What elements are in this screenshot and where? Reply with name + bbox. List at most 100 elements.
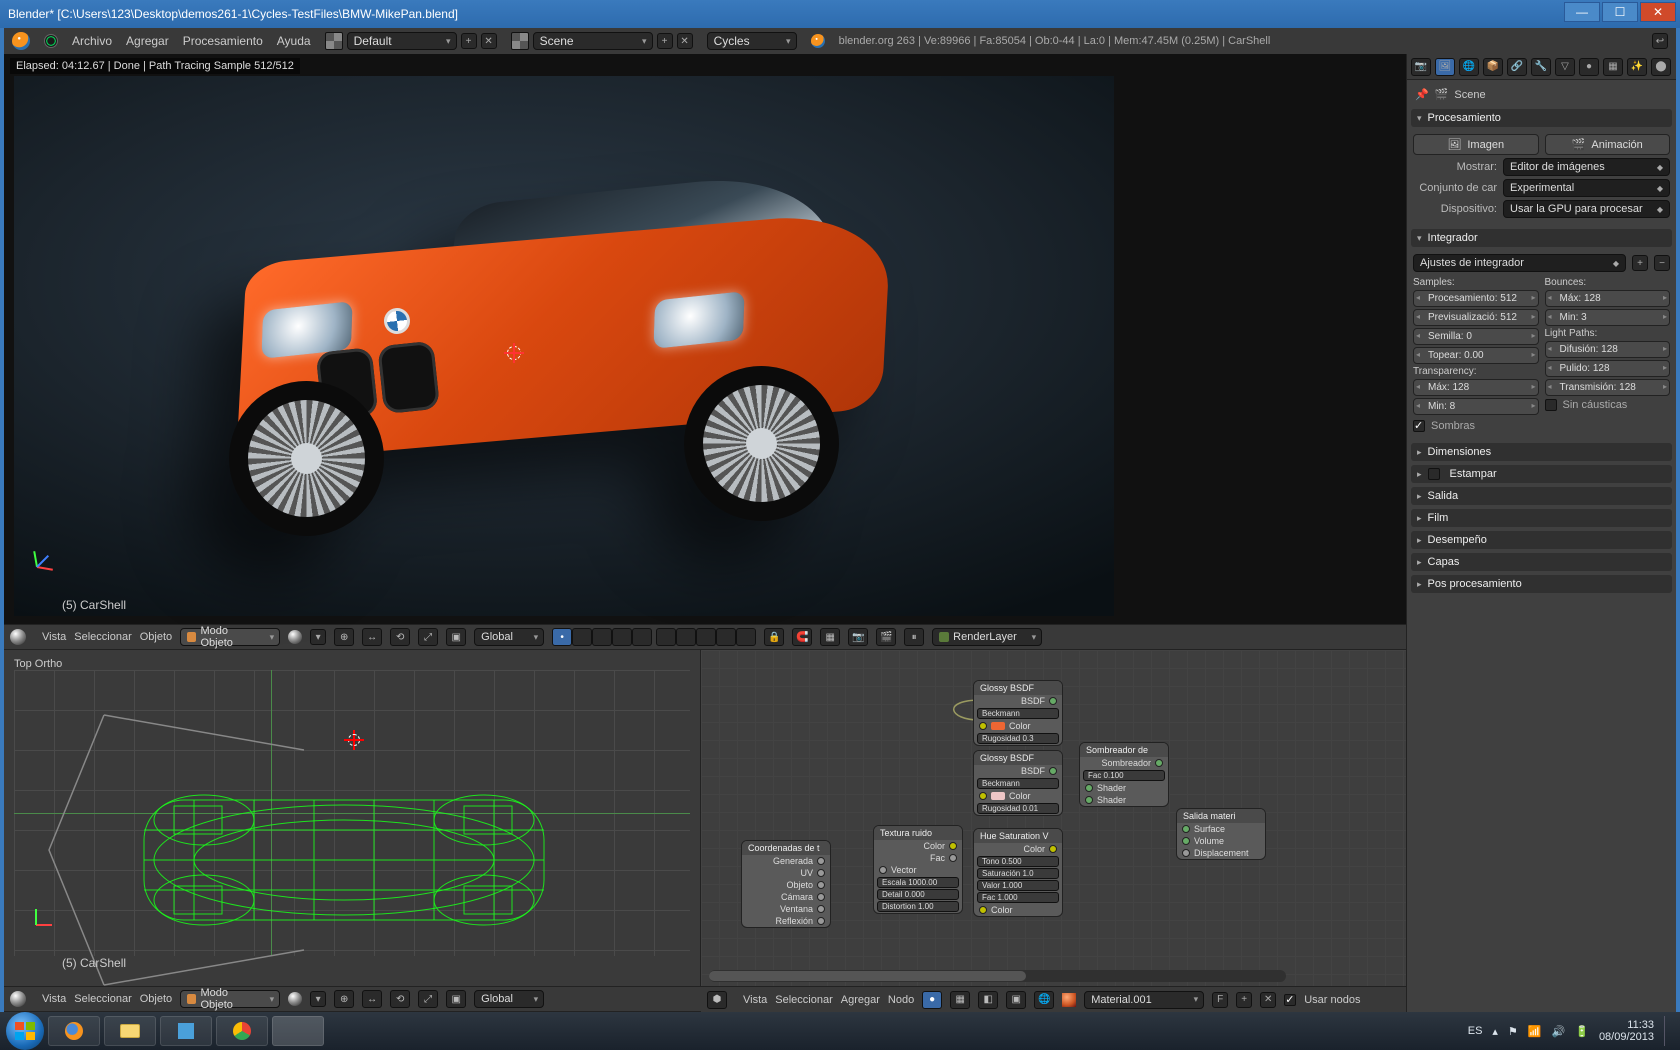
scene-add-button[interactable]: +: [657, 33, 673, 49]
transp-min[interactable]: Min: 8: [1413, 398, 1539, 415]
tab-modifiers[interactable]: 🔧: [1531, 58, 1551, 76]
pin-icon[interactable]: 📌: [1415, 88, 1429, 101]
panel-render-header[interactable]: Procesamiento: [1411, 109, 1672, 127]
panel-post[interactable]: Pos procesamiento: [1411, 575, 1672, 593]
preset-remove-button[interactable]: −: [1654, 255, 1670, 271]
clamp-field[interactable]: Topear: 0.00: [1413, 347, 1539, 364]
pivot-button[interactable]: ⊕: [334, 990, 354, 1008]
tab-data[interactable]: ▽: [1555, 58, 1575, 76]
orientation-select[interactable]: Global: [474, 628, 544, 646]
pause-icon[interactable]: ⏸: [904, 628, 924, 646]
layer-buttons[interactable]: •: [552, 628, 756, 646]
tab-particles[interactable]: ✨: [1627, 58, 1647, 76]
menu-file[interactable]: Archivo: [72, 34, 112, 48]
tray-clock[interactable]: 11:33 08/09/2013: [1599, 1019, 1654, 1043]
image-editor[interactable]: Elapsed: 04:12.67 | Done | Path Tracing …: [4, 54, 1406, 624]
tab-texture[interactable]: ▦: [1603, 58, 1623, 76]
tray-battery-icon[interactable]: 🔋: [1575, 1025, 1589, 1038]
mode-select[interactable]: Modo Objeto: [180, 990, 280, 1008]
node-glossy-bsdf-2[interactable]: Glossy BSDF BSDF Beckmann Color Rugosida…: [973, 750, 1063, 816]
tree-world-icon[interactable]: 🌐: [1034, 991, 1054, 1009]
view3d-menu-select[interactable]: Seleccionar: [74, 631, 131, 643]
manip-translate[interactable]: ↔: [362, 628, 382, 646]
editor-type-icon[interactable]: ⬢: [707, 991, 727, 1009]
render-image-button[interactable]: 🖼Imagen: [1413, 134, 1539, 155]
start-button[interactable]: [6, 1012, 44, 1050]
snap-type-icon[interactable]: ▦: [820, 628, 840, 646]
display-select[interactable]: Editor de imágenes: [1503, 158, 1670, 176]
node-glossy-bsdf-1[interactable]: Glossy BSDF BSDF Beckmann Color Rugosida…: [973, 680, 1063, 746]
shading-menu-icon[interactable]: ▾: [310, 629, 326, 645]
use-nodes-checkbox[interactable]: [1284, 994, 1296, 1006]
panel-integrator-header[interactable]: Integrador: [1411, 229, 1672, 247]
layout-delete-button[interactable]: ✕: [481, 33, 497, 49]
scene-icon[interactable]: [511, 32, 529, 50]
screen-layout-select[interactable]: Default: [347, 32, 457, 50]
window-close-button[interactable]: ✕: [1640, 2, 1676, 22]
node-editor[interactable]: Coordenadas de t Generada UV Objeto Cáma…: [701, 650, 1406, 986]
node-menu-node[interactable]: Nodo: [888, 994, 914, 1006]
panel-film[interactable]: Film: [1411, 509, 1672, 527]
tab-scene[interactable]: 🖼: [1435, 58, 1455, 76]
bounces-max[interactable]: Máx: 128: [1545, 290, 1671, 307]
menu-select[interactable]: Seleccionar: [74, 993, 131, 1005]
panel-layers[interactable]: Capas: [1411, 553, 1672, 571]
manip-translate[interactable]: ↔: [362, 990, 382, 1008]
device-select[interactable]: Usar la GPU para procesar: [1503, 200, 1670, 218]
material-select[interactable]: Material.001: [1084, 991, 1204, 1009]
taskbar-chrome[interactable]: [216, 1016, 268, 1046]
manip-toggle[interactable]: ▣: [446, 628, 466, 646]
texture-type-icon[interactable]: ◧: [978, 991, 998, 1009]
node-menu-select[interactable]: Seleccionar: [775, 994, 832, 1006]
node-hue-saturation[interactable]: Hue Saturation V Color Tono 0.500 Satura…: [973, 828, 1063, 917]
preset-add-button[interactable]: +: [1632, 255, 1648, 271]
shading-solid-icon[interactable]: [288, 630, 302, 644]
panel-output[interactable]: Salida: [1411, 487, 1672, 505]
menu-add[interactable]: Agregar: [126, 34, 169, 48]
manip-scale[interactable]: ⤢: [418, 628, 438, 646]
tab-render[interactable]: 📷: [1411, 58, 1431, 76]
panel-performance[interactable]: Desempeño: [1411, 531, 1672, 549]
menu-help[interactable]: Ayuda: [277, 34, 311, 48]
run-icon[interactable]: [44, 34, 58, 48]
tree-object-icon[interactable]: ▣: [1006, 991, 1026, 1009]
tray-volume-icon[interactable]: 🔊: [1552, 1025, 1566, 1038]
editor-type-icon[interactable]: [10, 991, 26, 1007]
tab-constraints[interactable]: 🔗: [1507, 58, 1527, 76]
scene-select[interactable]: Scene: [533, 32, 653, 50]
editor-type-icon[interactable]: [10, 629, 26, 645]
compositor-type-icon[interactable]: ▦: [950, 991, 970, 1009]
transp-max[interactable]: Máx: 128: [1413, 379, 1539, 396]
node-noise-texture[interactable]: Textura ruido Color Fac Vector Escala 10…: [873, 825, 963, 914]
screen-layout-icon[interactable]: [325, 32, 343, 50]
manip-toggle[interactable]: ▣: [446, 990, 466, 1008]
lp-glossy[interactable]: Pulido: 128: [1545, 360, 1671, 377]
samples-preview[interactable]: Previsualizació: 512: [1413, 309, 1539, 326]
node-texture-coordinate[interactable]: Coordenadas de t Generada UV Objeto Cáma…: [741, 840, 831, 928]
node-menu-add[interactable]: Agregar: [841, 994, 880, 1006]
taskbar-app[interactable]: [160, 1016, 212, 1046]
menu-object[interactable]: Objeto: [140, 993, 172, 1005]
pivot-button[interactable]: ⊕: [334, 628, 354, 646]
render-border-icon[interactable]: 📷: [848, 628, 868, 646]
tab-physics[interactable]: ⬤: [1651, 58, 1671, 76]
feature-set-select[interactable]: Experimental: [1503, 179, 1670, 197]
tab-material[interactable]: ●: [1579, 58, 1599, 76]
manip-rotate[interactable]: ⟲: [390, 628, 410, 646]
tray-network-icon[interactable]: 📶: [1528, 1025, 1542, 1038]
lp-diffuse[interactable]: Difusión: 128: [1545, 341, 1671, 358]
material-fake-user[interactable]: F: [1212, 992, 1228, 1008]
panel-dimensions[interactable]: Dimensiones: [1411, 443, 1672, 461]
taskbar-blender[interactable]: [272, 1016, 324, 1046]
bounces-min[interactable]: Min: 3: [1545, 309, 1671, 326]
renderlayer-select[interactable]: RenderLayer: [932, 628, 1042, 646]
layout-add-button[interactable]: +: [461, 33, 477, 49]
manip-scale[interactable]: ⤢: [418, 990, 438, 1008]
node-mix-shader[interactable]: Sombreador de Sombreador Fac 0.100 Shade…: [1079, 742, 1169, 807]
menu-view[interactable]: Vista: [42, 993, 66, 1005]
node-menu-view[interactable]: Vista: [743, 994, 767, 1006]
no-caustics-checkbox[interactable]: [1545, 399, 1557, 411]
tray-show-hidden-icon[interactable]: ▴: [1492, 1025, 1498, 1038]
show-desktop-button[interactable]: [1664, 1016, 1674, 1046]
lp-transmission[interactable]: Transmisión: 128: [1545, 379, 1671, 396]
